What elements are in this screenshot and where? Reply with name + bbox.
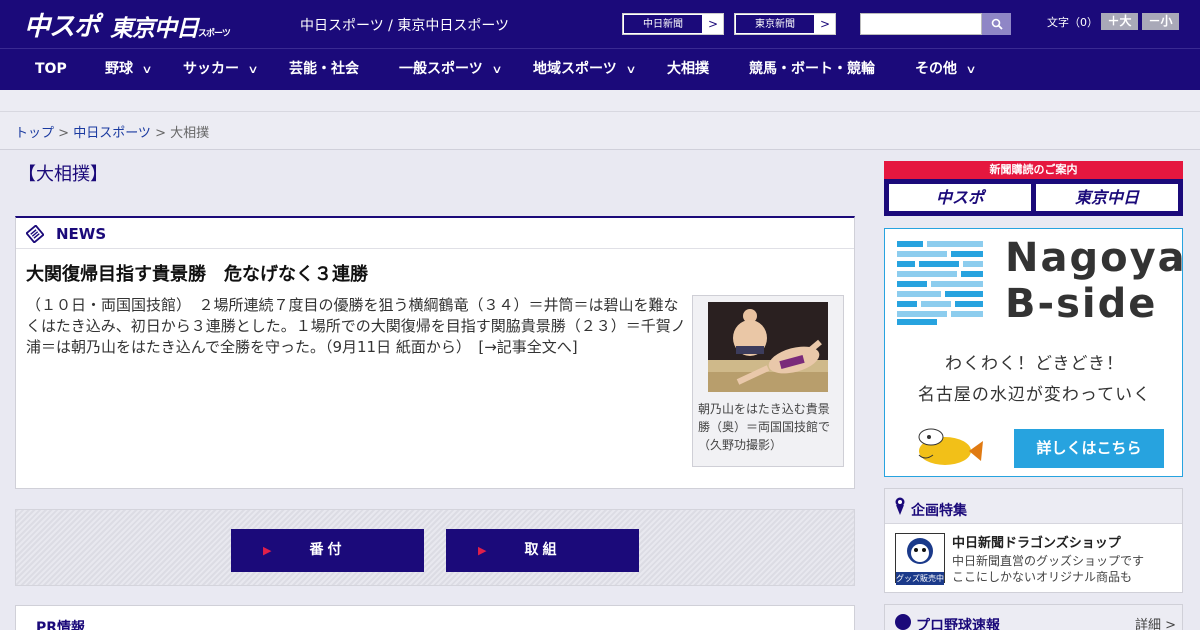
tokyo-shimbun-label: 東京新聞 [735, 14, 815, 34]
nav-item-entertainment[interactable]: 芸能・社会 [289, 49, 359, 90]
play-triangle-icon: ▶ [263, 544, 272, 557]
nav-item-label: TOP [35, 61, 67, 77]
chevron-down-icon: ∨ [141, 63, 153, 76]
nagoya-bside-ad[interactable]: Nagoya B-side わくわく！どきどき！ 名古屋の水辺が変わっていく 詳し… [884, 228, 1185, 477]
shop-description-line: 中日新聞直営のグッズショップです [952, 554, 1145, 568]
nav-item-label: 競馬・ボート・競輪 [749, 61, 875, 77]
banzuke-button[interactable]: ▶ 番付 [231, 529, 424, 572]
nav-item-label: 野球 [105, 61, 133, 77]
breadcrumb-separator: > [150, 126, 171, 141]
sumo-photo[interactable] [708, 302, 828, 392]
nav-item-soccer[interactable]: サッカー ∨ [183, 49, 259, 90]
bside-title-line2: B-side [1005, 281, 1158, 327]
spacer-band [0, 90, 1200, 112]
breadcrumb-separator: > [54, 126, 74, 141]
subscription-banner[interactable]: 新聞購読のご案内 中スポ 東京中日 [884, 161, 1183, 216]
subscribe-chuspo-logo[interactable]: 中スポ [889, 184, 1031, 211]
breadcrumb-section-link[interactable]: 中日スポーツ [73, 126, 151, 141]
font-size-decrease-button[interactable]: －小 [1142, 13, 1179, 30]
pro-baseball-widget: プロ野球速報 詳細 > [884, 604, 1183, 630]
bside-logo-graphic [897, 241, 983, 325]
play-triangle-icon: ▶ [478, 544, 487, 557]
search-input[interactable] [860, 13, 982, 35]
nav-item-sumo[interactable]: 大相撲 [667, 49, 709, 90]
dragons-mascot-icon [907, 538, 933, 564]
nav-item-other[interactable]: その他 ∨ [915, 49, 977, 90]
chevron-down-icon: ∨ [491, 63, 503, 76]
chunichi-shimbun-label: 中日新聞 [623, 14, 703, 34]
font-size-increase-button[interactable]: ＋大 [1101, 13, 1138, 30]
news-section-label: NEWS [56, 225, 107, 243]
tokyo-chunichi-logo-sub: スポーツ [198, 29, 231, 39]
page-title: 【大相撲】 [18, 164, 108, 185]
chevron-right-icon: > [819, 17, 831, 31]
breadcrumb-home-link[interactable]: トップ [15, 126, 54, 141]
torikumi-button[interactable]: ▶ 取組 [446, 529, 639, 572]
chuspo-logo[interactable]: 中スポ [24, 6, 100, 43]
chevron-down-icon: ∨ [625, 63, 637, 76]
banzuke-button-label: 番付 [309, 542, 346, 558]
nav-item-label: その他 [915, 61, 957, 77]
nav-item-general-sports[interactable]: 一般スポーツ ∨ [399, 49, 503, 90]
shop-description: 中日新聞直営のグッズショップです ここにしかないオリジナル商品も [952, 553, 1144, 585]
nav-item-racing[interactable]: 競馬・ボート・競輪 [749, 49, 875, 90]
news-header: NEWS [16, 218, 854, 249]
feature-section: 企画特集 グッズ販売中 中日新聞ドラゴンズショップ 中日新聞直営のグッズショップ… [884, 488, 1183, 593]
tokyo-chunichi-logo[interactable]: 東京中日スポーツ [110, 9, 231, 43]
pr-section: PR情報 [15, 605, 855, 630]
chevron-down-icon: ∨ [247, 63, 259, 76]
main-nav: TOP 野球 ∨ サッカー ∨ 芸能・社会 一般スポーツ ∨ 地域スポーツ ∨ 大相撲 … [0, 48, 1200, 90]
feature-title: 企画特集 [911, 503, 967, 519]
newspaper-icon [26, 225, 44, 243]
ribbon-icon [895, 497, 905, 515]
nav-item-label: 一般スポーツ [399, 61, 483, 77]
baseball-icon [895, 614, 911, 630]
bside-title-line1: Nagoya [1005, 235, 1187, 281]
breadcrumb-bar: トップ > 中日スポーツ > 大相撲 [0, 112, 1200, 150]
bside-subtagline: 名古屋の水辺が変わっていく [917, 385, 1152, 405]
nav-item-baseball[interactable]: 野球 ∨ [105, 49, 153, 90]
photo-caption: 朝乃山をはたき込む貴景勝（奥）＝両国国技館で（久野功撮影） [698, 402, 831, 452]
breadcrumb: トップ > 中日スポーツ > 大相撲 [15, 122, 209, 141]
pro-baseball-title: プロ野球速報 [916, 618, 1000, 630]
dragons-shop-thumbnail[interactable]: グッズ販売中 [895, 533, 945, 585]
feature-header: 企画特集 [885, 489, 1182, 524]
shop-name-link[interactable]: 中日新聞ドラゴンズショップ [952, 532, 1121, 551]
bside-tagline: わくわく！どきどき！ [945, 354, 1124, 374]
news-card: NEWS 大関復帰目指す貴景勝 危なげなく３連勝 （１０日・両国国技館） ２場所… [15, 216, 855, 489]
tokyo-shimbun-link[interactable]: 東京新聞 > [734, 13, 836, 35]
search-button[interactable] [982, 13, 1011, 35]
bside-title: Nagoya B-side [1005, 235, 1187, 327]
bside-details-button[interactable]: 詳しくはこちら [1014, 429, 1164, 468]
chunichi-shimbun-link[interactable]: 中日新聞 > [622, 13, 724, 35]
dragons-shop-thumbnail-text: グッズ販売中 [896, 572, 944, 585]
article-summary[interactable]: （１０日・両国国技館） ２場所連続７度目の優勝を狙う横綱鶴竜（３４）＝井筒＝は碧… [26, 295, 686, 358]
article-photo-box: 朝乃山をはたき込む貴景勝（奥）＝両国国技館で（久野功撮影） [692, 295, 844, 467]
chevron-right-icon: > [707, 17, 719, 31]
pro-baseball-details-link[interactable]: 詳細 > [1135, 614, 1176, 630]
tokyo-chunichi-logo-text: 東京中日 [110, 16, 199, 42]
chevron-down-icon: ∨ [965, 63, 977, 76]
fried-shrimp-mascot-icon [918, 428, 983, 465]
pr-section-label: PR情報 [36, 620, 86, 630]
site-title: 中日スポーツ / 東京中日スポーツ [300, 18, 510, 34]
nav-item-label: 大相撲 [667, 61, 709, 77]
nav-item-label: 地域スポーツ [533, 61, 617, 77]
torikumi-button-label: 取組 [524, 542, 561, 558]
search-icon [991, 18, 1003, 30]
shop-description-line: ここにしかないオリジナル商品も [952, 570, 1133, 584]
nav-item-local-sports[interactable]: 地域スポーツ ∨ [533, 49, 637, 90]
top-header: 中スポ 東京中日スポーツ 中日スポーツ / 東京中日スポーツ 中日新聞 > 東京… [0, 0, 1200, 48]
subscribe-tokyo-chunichi-logo[interactable]: 東京中日 [1036, 184, 1178, 211]
font-size-label: 文字（0） [1047, 16, 1098, 29]
subscription-title: 新聞購読のご案内 [884, 161, 1183, 179]
nav-item-label: 芸能・社会 [289, 61, 359, 77]
sumo-links-area: ▶ 番付 ▶ 取組 [15, 509, 855, 586]
nav-item-top[interactable]: TOP [35, 49, 67, 90]
breadcrumb-current: 大相撲 [170, 126, 210, 141]
article-headline[interactable]: 大関復帰目指す貴景勝 危なげなく３連勝 [26, 260, 368, 286]
nav-item-label: サッカー [183, 61, 239, 77]
